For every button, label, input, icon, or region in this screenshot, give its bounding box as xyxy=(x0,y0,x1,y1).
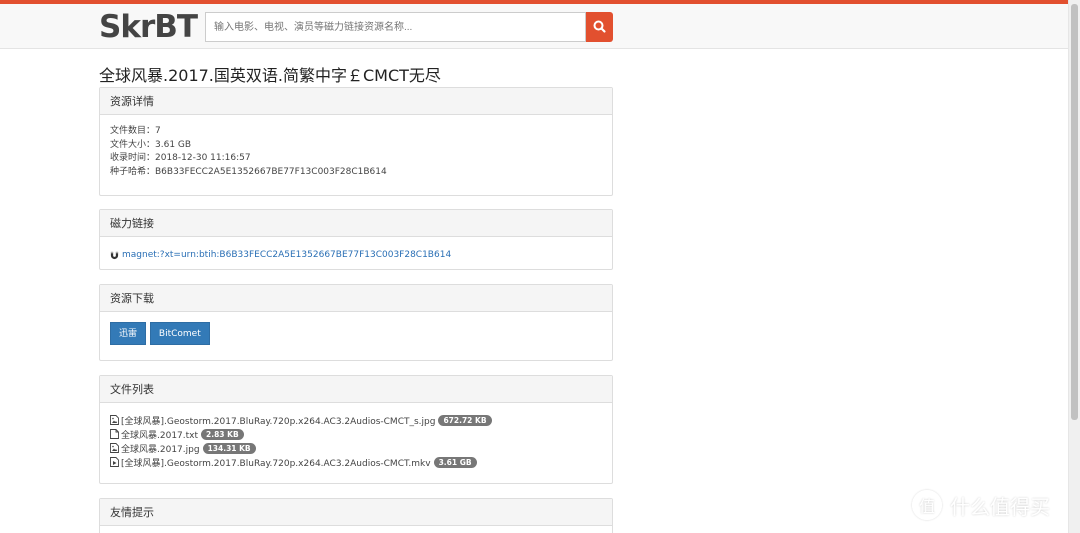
watermark-logo-icon: 值 xyxy=(912,490,942,520)
page-scrollbar[interactable] xyxy=(1068,0,1080,533)
file-name: [全球风暴].Geostorm.2017.BluRay.720p.x264.AC… xyxy=(121,416,436,427)
resource-download-heading: 资源下载 xyxy=(100,285,612,312)
file-size-badge: 3.61 GB xyxy=(433,456,477,468)
image-file-icon xyxy=(110,415,119,425)
friendly-tips-heading: 友情提示 xyxy=(100,499,612,526)
file-list-item[interactable]: [全球风暴].Geostorm.2017.BluRay.720p.x264.AC… xyxy=(110,413,602,427)
search-input[interactable] xyxy=(205,12,586,42)
bitcomet-download-button[interactable]: BitComet xyxy=(149,322,210,345)
file-list-item[interactable]: [全球风暴].Geostorm.2017.BluRay.720p.x264.AC… xyxy=(110,455,602,469)
search-button[interactable] xyxy=(586,12,613,42)
video-file-icon xyxy=(110,457,119,467)
file-list-heading: 文件列表 xyxy=(100,376,612,403)
file-size-badge: 134.31 KB xyxy=(202,442,256,454)
resource-download-panel: 资源下载 迅雷 BitComet xyxy=(99,284,613,361)
image-file-icon xyxy=(110,443,119,453)
text-file-icon xyxy=(110,429,119,439)
page-title: 全球风暴.2017.国英双语.简繁中字￡CMCT无尽 xyxy=(99,66,441,85)
file-list-item[interactable]: 全球风暴.2017.txt 2.83 KB xyxy=(110,427,602,441)
magnet-link-heading: 磁力链接 xyxy=(100,210,612,237)
torrent-hash: 种子哈希：B6B33FECC2A5E1352667BE77F13C003F28C… xyxy=(110,166,387,177)
friendly-tips-panel: 友情提示 xyxy=(99,498,613,533)
file-name: 全球风暴.2017.jpg xyxy=(121,444,200,455)
xunlei-download-button[interactable]: 迅雷 xyxy=(110,322,147,345)
file-size: 文件大小：3.61 GB xyxy=(110,139,192,150)
magnet-link[interactable]: magnet:?xt=urn:btih:B6B33FECC2A5E1352667… xyxy=(122,250,451,260)
file-name: 全球风暴.2017.txt xyxy=(121,430,199,441)
site-header: SkrBT xyxy=(0,4,1068,49)
search-icon xyxy=(593,20,606,33)
scrollbar-thumb[interactable] xyxy=(1071,4,1078,420)
file-list-panel: 文件列表 [全球风暴].Geostorm.2017.BluRay.720p.x2… xyxy=(99,375,613,484)
site-logo[interactable]: SkrBT xyxy=(99,11,198,43)
watermark: 值 什么值得买 xyxy=(912,490,1050,520)
file-count: 文件数目：7 xyxy=(110,126,161,136)
file-size-badge: 2.83 KB xyxy=(201,428,244,440)
file-name: [全球风暴].Geostorm.2017.BluRay.720p.x264.AC… xyxy=(121,458,431,469)
resource-details-panel: 资源详情 文件数目：7 文件大小：3.61 GB 收录时间：2018-12-30… xyxy=(99,87,613,196)
watermark-text: 什么值得买 xyxy=(950,494,1050,519)
file-size-badge: 672.72 KB xyxy=(438,414,492,426)
indexed-time: 收录时间：2018-12-30 11:16:57 xyxy=(110,153,251,163)
resource-details-heading: 资源详情 xyxy=(100,88,612,115)
file-list-item[interactable]: 全球风暴.2017.jpg 134.31 KB xyxy=(110,441,602,455)
magnet-link-panel: 磁力链接 magnet:?xt=urn:btih:B6B33FECC2A5E13… xyxy=(99,209,613,270)
magnet-icon xyxy=(110,251,119,259)
